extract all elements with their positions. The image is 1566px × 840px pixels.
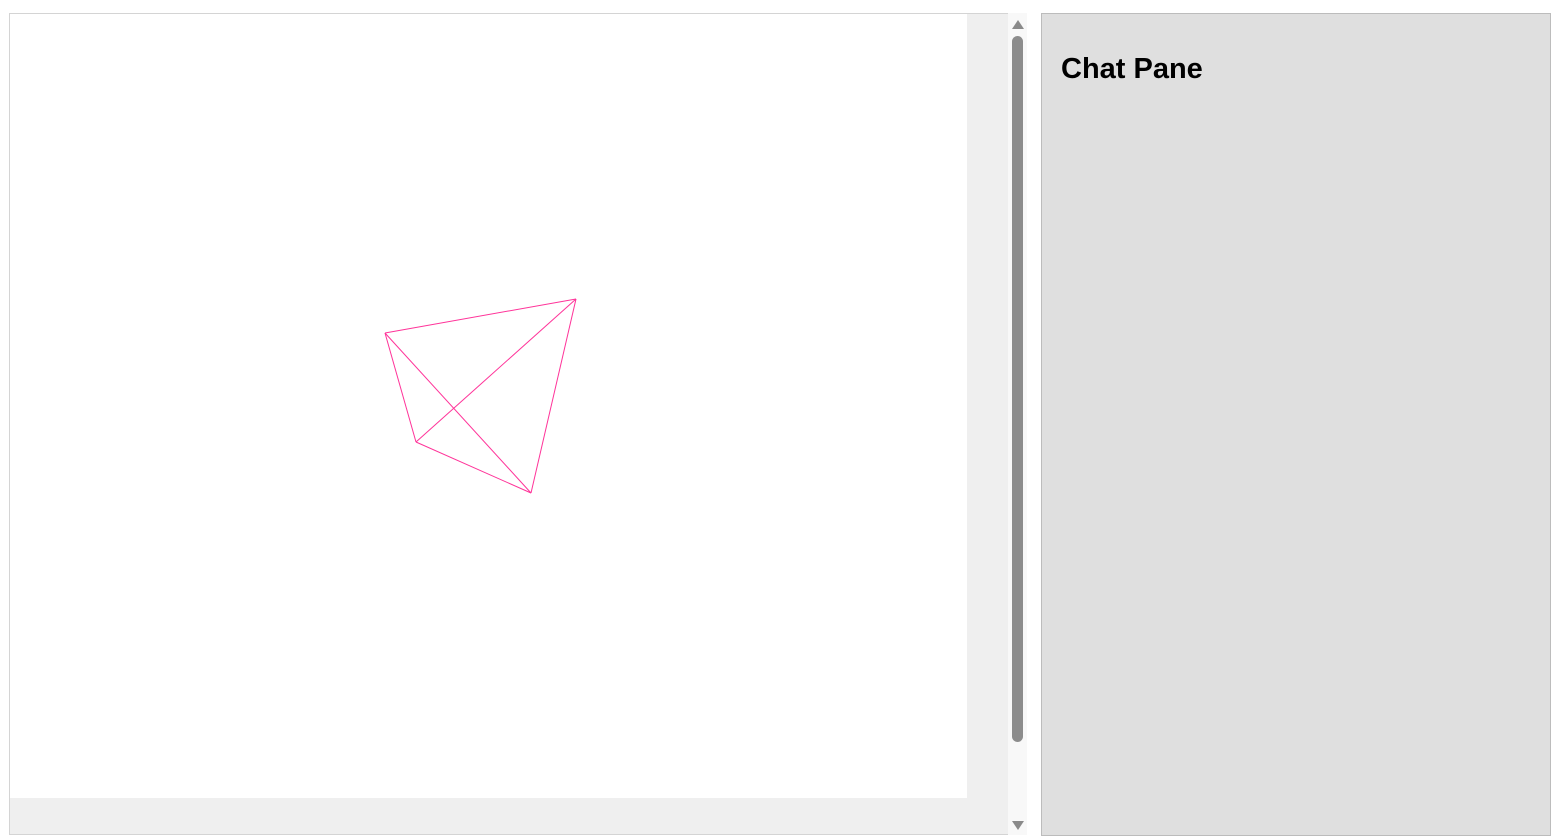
scroll-down-icon[interactable] — [1012, 821, 1024, 830]
vertical-scrollbar[interactable] — [1008, 13, 1027, 835]
scroll-up-icon[interactable] — [1012, 20, 1024, 29]
edge-diagonal-a — [384, 332, 532, 494]
chat-pane: Chat Pane — [1041, 13, 1551, 836]
edge-top — [384, 298, 577, 334]
edge-right — [530, 298, 577, 494]
drawing-canvas[interactable] — [10, 14, 967, 798]
scroll-thumb[interactable] — [1012, 36, 1023, 742]
edge-bottom — [415, 441, 532, 494]
chat-pane-title: Chat Pane — [1061, 53, 1203, 85]
wireframe-shape — [384, 298, 577, 494]
edge-diagonal-b — [415, 298, 577, 443]
canvas-frame — [9, 13, 1027, 835]
